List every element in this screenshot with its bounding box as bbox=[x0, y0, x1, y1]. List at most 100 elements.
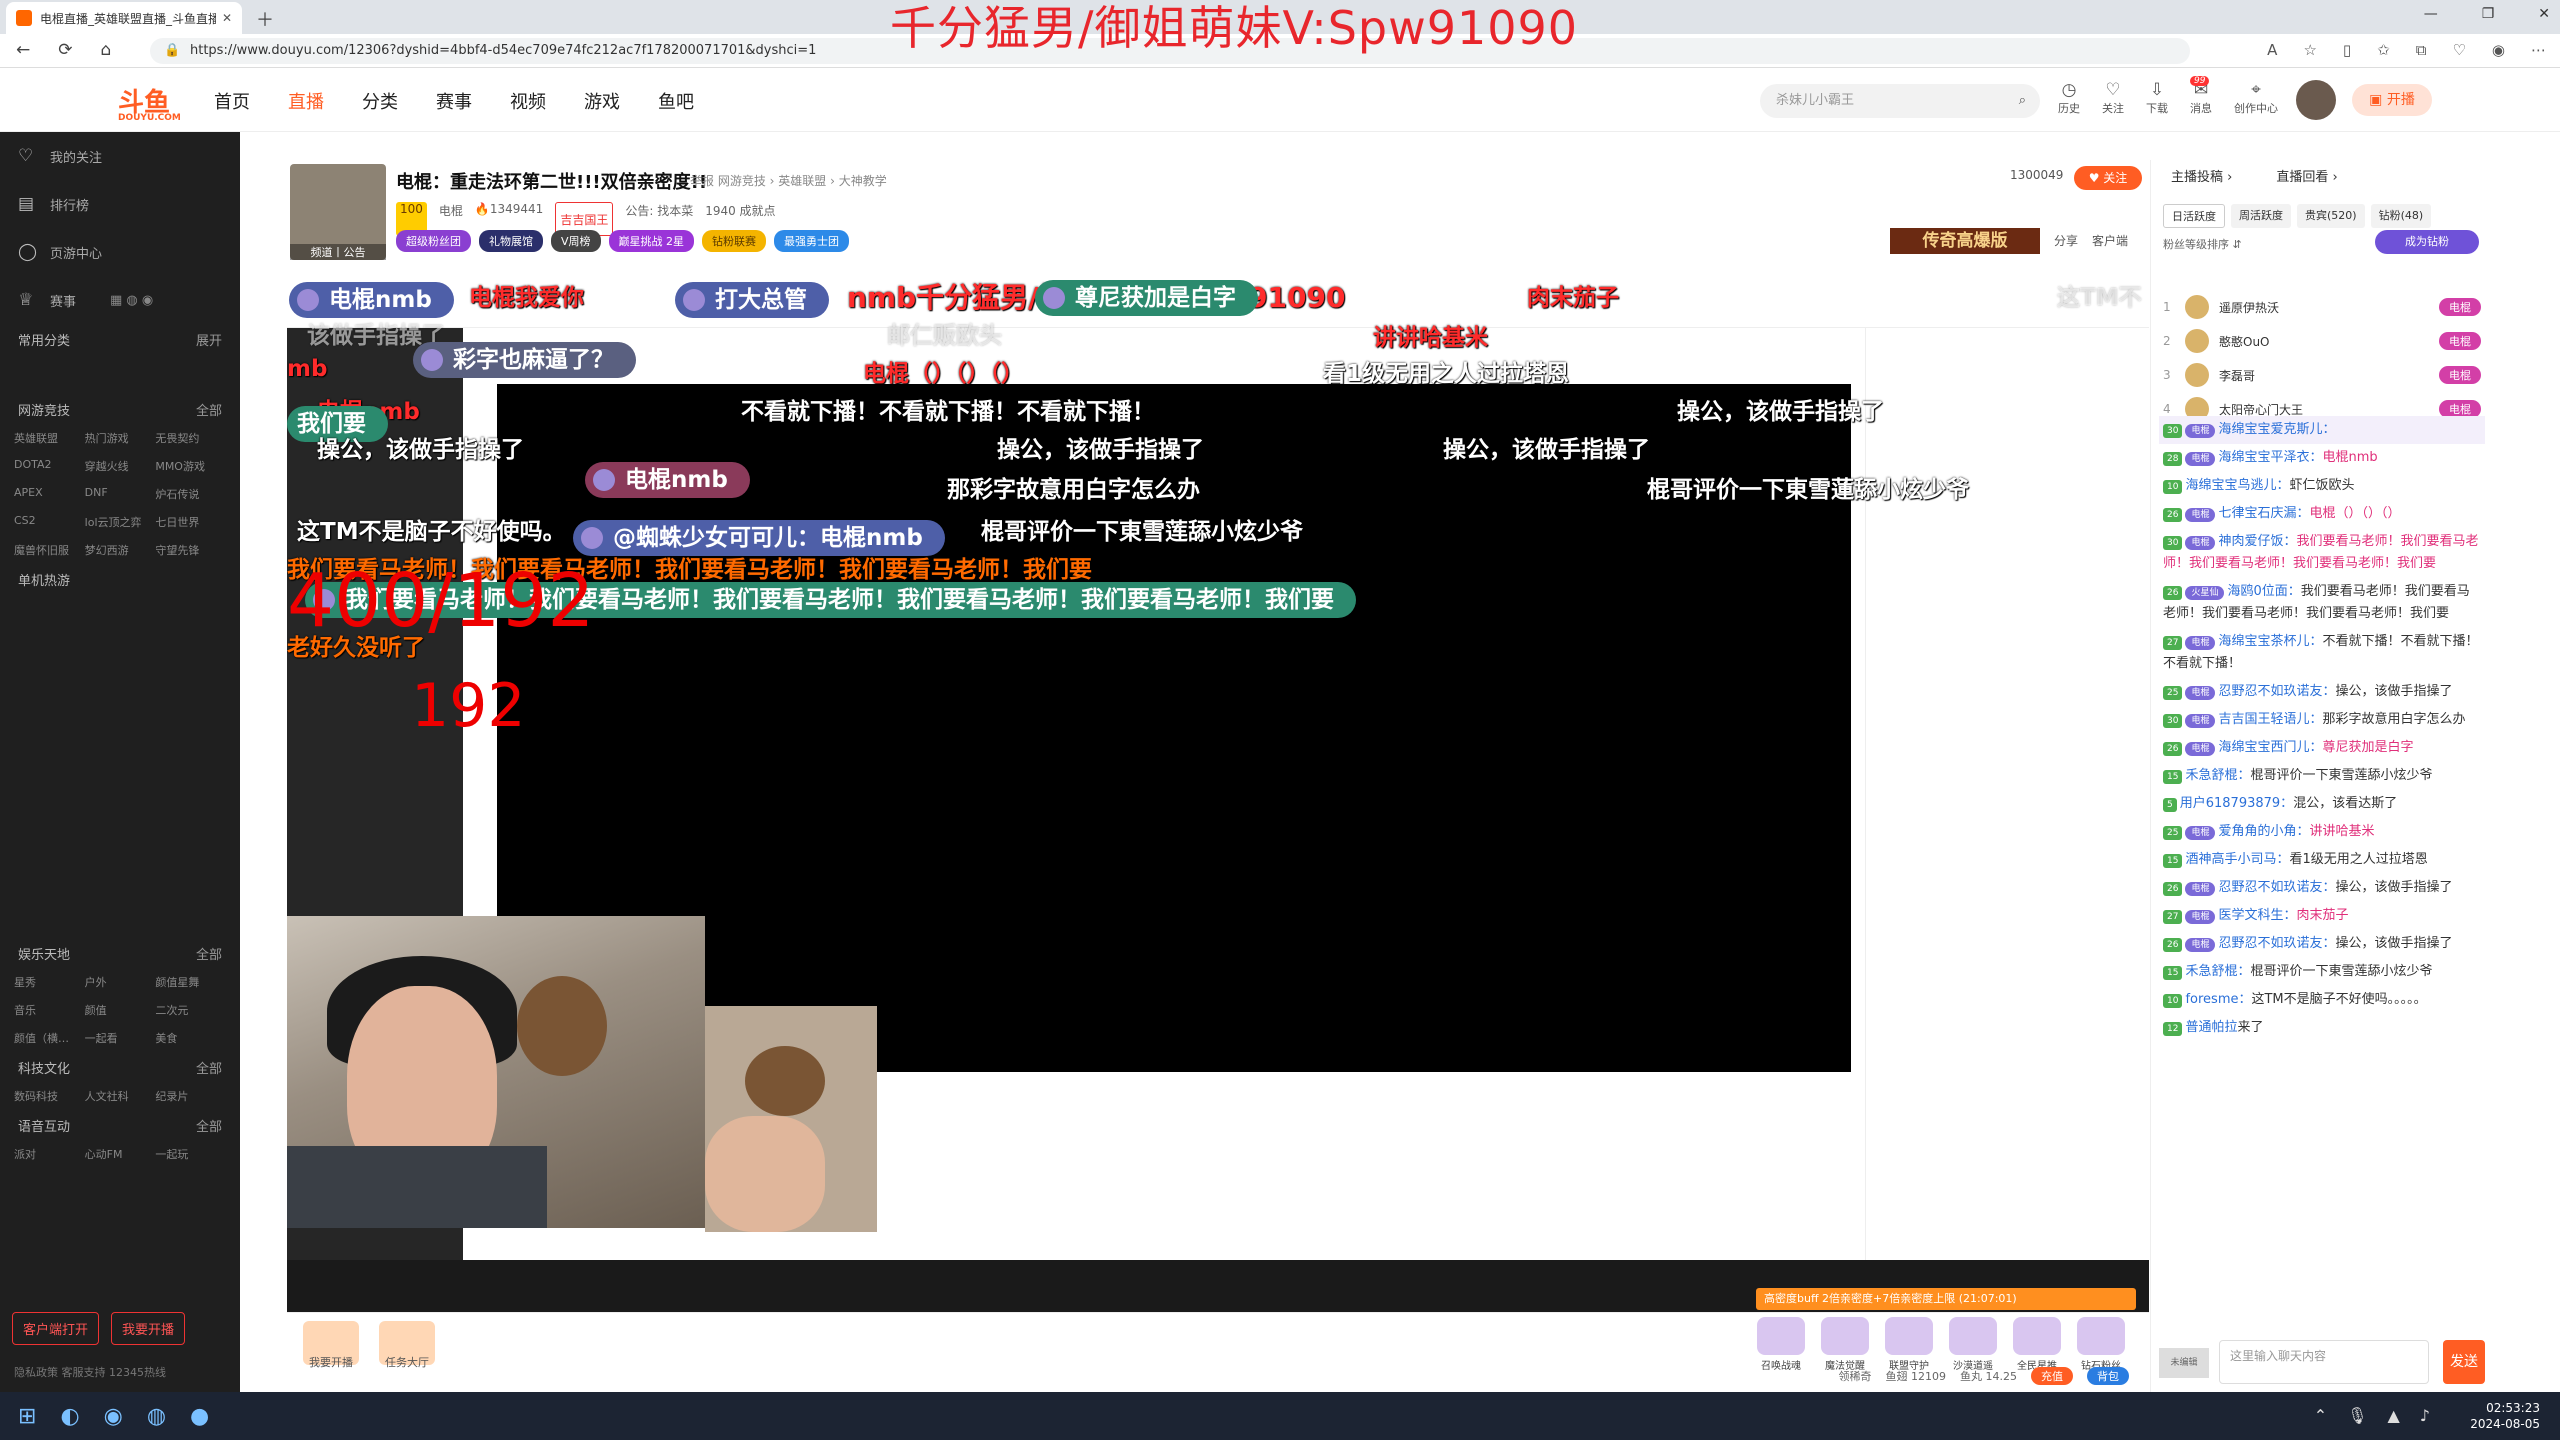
gift-item[interactable]: 沙漠道遥 bbox=[1945, 1317, 2001, 1372]
wifi-icon[interactable]: ▲ bbox=[2387, 1406, 2399, 1425]
category-link[interactable]: APEX bbox=[14, 486, 85, 502]
category-link[interactable]: 数码科技 bbox=[14, 1088, 85, 1104]
chat-message[interactable]: 30 电棍 神肉爱仔饭：我们要看马老师！我们要看马老师！我们要看马老师！我们要看马老… bbox=[2159, 528, 2485, 578]
category-link[interactable]: 派对 bbox=[14, 1146, 85, 1162]
chat-message[interactable]: 12 普通帕拉来了 bbox=[2159, 1014, 2485, 1042]
creator-center-button[interactable]: ⌖ 创作中心 bbox=[2234, 80, 2278, 116]
badge-button[interactable]: 巅星挑战 2星 bbox=[608, 230, 695, 252]
category-link[interactable]: CS2 bbox=[14, 514, 85, 530]
category-link[interactable]: 一起看 bbox=[85, 1030, 156, 1046]
rank-row[interactable]: 2 憨憨OuO 电棍 bbox=[2163, 324, 2481, 358]
history-button[interactable]: ◷ 历史 bbox=[2058, 80, 2080, 116]
chat-username[interactable]: 海绵宝宝茶杯儿： bbox=[2218, 634, 2322, 649]
close-tab-icon[interactable]: ✕ bbox=[222, 11, 232, 25]
chat-username[interactable]: 禾急舒棍： bbox=[2185, 768, 2250, 783]
buff-notice[interactable]: 高密度buff 2倍亲密度+7倍亲密度上限 (21:07:01) bbox=[1756, 1288, 2136, 1310]
gift-item[interactable]: 全民星推 bbox=[2009, 1317, 2065, 1372]
category-link[interactable]: 热门游戏 bbox=[85, 430, 156, 446]
badge-button[interactable]: 礼物展馆 bbox=[479, 230, 543, 252]
chat-username[interactable]: 七律宝石庆漏： bbox=[2218, 506, 2309, 521]
sidebar-section-voice[interactable]: 语音互动 全部 bbox=[0, 1110, 240, 1140]
start-live-button[interactable]: 我要开播 bbox=[303, 1321, 359, 1369]
sidebar-section-common[interactable]: 常用分类 展开 bbox=[0, 324, 240, 354]
backpack-button[interactable]: 背包 bbox=[2087, 1367, 2129, 1385]
nav-video[interactable]: 视频 bbox=[510, 88, 546, 114]
task-hall-button[interactable]: 任务大厅 bbox=[379, 1321, 435, 1369]
category-link[interactable]: 户外 bbox=[85, 974, 156, 990]
tab-weekly[interactable]: 周活跃度 bbox=[2231, 204, 2291, 228]
chat-username[interactable]: 忍野忍不如玖诺友： bbox=[2218, 684, 2335, 699]
nav-category[interactable]: 分类 bbox=[362, 88, 398, 114]
start-broadcast-button[interactable]: 我要开播 bbox=[111, 1312, 186, 1345]
favorites-icon[interactable]: ✩ bbox=[2377, 41, 2390, 59]
fan-sort[interactable]: 粉丝等级排序 ⇵ bbox=[2163, 236, 2242, 252]
chat-message[interactable]: 30 电棍 海绵宝宝爱克斯儿： bbox=[2159, 416, 2485, 444]
chat-username[interactable]: 海鸥0位面： bbox=[2227, 584, 2300, 599]
category-link[interactable]: 美食 bbox=[155, 1030, 226, 1046]
category-link[interactable]: 二次元 bbox=[155, 1002, 226, 1018]
category-link[interactable]: 人文社科 bbox=[85, 1088, 156, 1104]
nav-home[interactable]: 首页 bbox=[214, 88, 250, 114]
chat-username[interactable]: 用户618793879： bbox=[2180, 796, 2293, 811]
wallet-prefix[interactable]: 领稀奇 bbox=[1839, 1368, 1872, 1384]
sidebar-item-follow[interactable]: ♡ 我的关注 bbox=[0, 132, 240, 180]
chat-message[interactable]: 10 foresme：这TM不是脑子不好使吗。。。。。 bbox=[2159, 986, 2485, 1014]
rank-row[interactable]: 1 遥原伊热沃 电棍 bbox=[2163, 290, 2481, 324]
category-link[interactable]: 梦幻西游 bbox=[85, 542, 156, 558]
gift-item[interactable]: 钻石粉丝 bbox=[2073, 1317, 2129, 1372]
nav-events[interactable]: 赛事 bbox=[436, 88, 472, 114]
sidebar-item-webgames[interactable]: ◯ 页游中心 bbox=[0, 228, 240, 276]
chat-message[interactable]: 10 海绵宝宝鸟逃儿：虾仁饭欧头 bbox=[2159, 472, 2485, 500]
tab-diamond[interactable]: 钻粉(48) bbox=[2370, 204, 2432, 228]
refresh-icon[interactable]: ⟳ bbox=[58, 40, 72, 60]
chat-username[interactable]: 忍野忍不如玖诺友： bbox=[2218, 936, 2335, 951]
category-link[interactable]: 英雄联盟 bbox=[14, 430, 85, 446]
sidebar-item-rank[interactable]: ▤ 排行榜 bbox=[0, 180, 240, 228]
category-link[interactable]: 七日世界 bbox=[155, 514, 226, 530]
category-link[interactable]: DOTA2 bbox=[14, 458, 85, 474]
chat-message[interactable]: 25 电棍 爱角角的小角：讲讲哈基米 bbox=[2159, 818, 2485, 846]
chat-message[interactable]: 27 电棍 海绵宝宝茶杯儿：不看就下播！不看就下播！不看就下播！ bbox=[2159, 628, 2485, 678]
category-link[interactable]: lol云顶之弈 bbox=[85, 514, 156, 530]
promo-banner[interactable]: 传奇高爆版 bbox=[1890, 228, 2040, 254]
chat-username[interactable]: 医学文科生： bbox=[2218, 908, 2296, 923]
nav-yuba[interactable]: 鱼吧 bbox=[658, 88, 694, 114]
nav-live[interactable]: 直播 bbox=[288, 88, 324, 114]
category-link[interactable]: 颜值星舞 bbox=[155, 974, 226, 990]
chat-input[interactable]: 这里输入聊天内容 bbox=[2219, 1340, 2429, 1384]
chat-message[interactable]: 26 电棍 七律宝石庆漏：电棍（）（）（） bbox=[2159, 500, 2485, 528]
sidebar-section-single[interactable]: 单机热游 bbox=[0, 564, 240, 594]
maximize-icon[interactable]: ❐ bbox=[2482, 6, 2495, 22]
chat-message[interactable]: 26 火星仙 海鸥0位面：我们要看马老师！我们要看马老师！我们要看马老师！我们要看马… bbox=[2159, 578, 2485, 628]
search-input[interactable]: 杀妹儿小霸王 ⌕ bbox=[1760, 84, 2040, 118]
minimize-icon[interactable]: — bbox=[2424, 6, 2438, 22]
messages-button[interactable]: ✉ 99 消息 bbox=[2190, 76, 2212, 116]
clock[interactable]: 02:53:23 2024-08-05 bbox=[2470, 1400, 2540, 1432]
douyu-logo[interactable]: 斗鱼 DOUYU.COM bbox=[118, 82, 181, 123]
rank-row[interactable]: 3 李磊哥 电棍 bbox=[2163, 358, 2481, 392]
chat-username[interactable]: 海绵宝宝鸟逃儿： bbox=[2185, 478, 2289, 493]
tab-replay[interactable]: 直播回看 › bbox=[2276, 166, 2337, 185]
collections-icon[interactable]: ⧉ bbox=[2416, 41, 2427, 59]
sidebar-section-tech[interactable]: 科技文化 全部 bbox=[0, 1052, 240, 1082]
chat-list[interactable]: 30 电棍 海绵宝宝爱克斯儿： 28 电棍 海绵宝宝平泽衣：电棍nmb 10 海绵宝宝鸟逃儿：… bbox=[2159, 416, 2485, 1304]
mic-icon[interactable]: 🎙 bbox=[2347, 1406, 2367, 1425]
send-button[interactable]: 发送 bbox=[2443, 1340, 2485, 1384]
split-icon[interactable]: ▯ bbox=[2343, 41, 2351, 59]
chat-username[interactable]: 爱角角的小角： bbox=[2218, 824, 2309, 839]
open-client-button[interactable]: 客户端打开 bbox=[12, 1312, 100, 1345]
sidebar-section-entertainment[interactable]: 娱乐天地 全部 bbox=[0, 938, 240, 968]
edge-icon[interactable]: ◍ bbox=[147, 1404, 166, 1429]
category-link[interactable]: 心动FM bbox=[85, 1146, 156, 1162]
go-live-button[interactable]: ▣ 开播 bbox=[2352, 84, 2432, 116]
chat-message[interactable]: 30 电棍 吉吉国王轻语儿：那彩字故意用白字怎么办 bbox=[2159, 706, 2485, 734]
chat-username[interactable]: 吉吉国王轻语儿： bbox=[2218, 712, 2322, 727]
chat-message[interactable]: 25 电棍 忍野忍不如玖诺友：操公，该做手指操了 bbox=[2159, 678, 2485, 706]
chat-username[interactable]: 禾急舒棍： bbox=[2185, 964, 2250, 979]
search-icon[interactable]: ⌕ bbox=[2019, 84, 2026, 118]
category-link[interactable]: 魔兽怀旧服 bbox=[14, 542, 85, 558]
client-button[interactable]: 客户端 bbox=[2092, 232, 2128, 249]
user-avatar[interactable] bbox=[2296, 80, 2336, 120]
sidebar-section-netgames[interactable]: 网游竞技 全部 bbox=[0, 394, 240, 424]
chat-username[interactable]: foresme： bbox=[2185, 992, 2251, 1007]
